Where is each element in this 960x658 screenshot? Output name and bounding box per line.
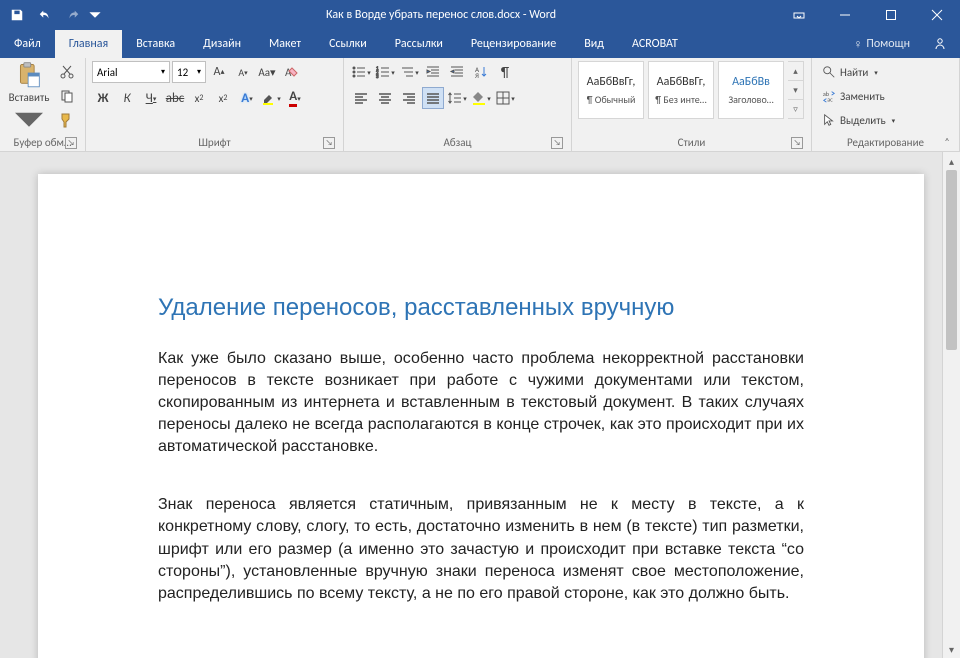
- group-paragraph-label: Абзац: [444, 136, 472, 149]
- increase-indent-icon[interactable]: [446, 61, 468, 83]
- minimize-icon[interactable]: [822, 0, 868, 30]
- svg-text:Я: Я: [475, 71, 479, 80]
- group-clipboard: Вставить Буфер обм…↘: [0, 58, 86, 151]
- tell-me-label: Помощн: [866, 37, 910, 51]
- ribbon-options-icon[interactable]: [776, 0, 822, 30]
- tell-me-search[interactable]: ♀ Помощн: [843, 37, 920, 52]
- style-heading1[interactable]: АаБбВв Заголово…: [718, 61, 784, 119]
- tab-acrobat[interactable]: ACROBAT: [618, 30, 692, 58]
- group-paragraph: ▾ 123▾ ▾ AЯ ¶ ▾ ▾ ▾ А: [344, 58, 572, 151]
- numbering-icon[interactable]: 123▾: [374, 61, 396, 83]
- font-launcher[interactable]: ↘: [323, 137, 335, 149]
- paragraph-launcher[interactable]: ↘: [551, 137, 563, 149]
- style-nospacing[interactable]: АаБбВвГг, ¶ Без инте…: [648, 61, 714, 119]
- styles-launcher[interactable]: ↘: [791, 137, 803, 149]
- doc-paragraph-2: Знак переноса является статичным, привяз…: [158, 494, 804, 604]
- tab-view[interactable]: Вид: [570, 30, 618, 58]
- superscript-icon[interactable]: x2: [212, 87, 234, 109]
- format-painter-icon[interactable]: [56, 109, 78, 131]
- group-clipboard-label: Буфер обм…: [13, 136, 71, 149]
- maximize-icon[interactable]: [868, 0, 914, 30]
- group-font: Arial▾ 12▾ A▴ A▾ Aa▾ A Ж К Ч▾ abc x2 x2 …: [86, 58, 344, 151]
- borders-icon[interactable]: ▾: [494, 87, 516, 109]
- scroll-thumb[interactable]: [946, 170, 957, 350]
- vertical-scrollbar: ▴ ▾: [942, 152, 960, 658]
- select-button[interactable]: Выделить▾: [818, 109, 899, 131]
- find-button[interactable]: Найти▾: [818, 61, 899, 83]
- group-font-label: Шрифт: [198, 136, 230, 149]
- tab-references[interactable]: Ссылки: [315, 30, 381, 58]
- font-color-icon[interactable]: A▾: [284, 87, 306, 109]
- document-page[interactable]: Удаление переносов, расставленных вручну…: [38, 174, 924, 658]
- svg-text:ac: ac: [827, 95, 833, 103]
- copy-icon[interactable]: [56, 85, 78, 107]
- font-size-select[interactable]: 12▾: [172, 61, 206, 83]
- doc-paragraph-1: Как уже было сказано выше, особенно част…: [158, 348, 804, 458]
- redo-icon[interactable]: [60, 2, 86, 28]
- collapse-ribbon-icon[interactable]: ˄: [939, 133, 955, 149]
- change-case-icon[interactable]: Aa▾: [256, 61, 278, 83]
- strikethrough-icon[interactable]: abc: [164, 87, 186, 109]
- scroll-down-icon[interactable]: ▾: [943, 640, 960, 658]
- font-name-select[interactable]: Arial▾: [92, 61, 170, 83]
- qa-customize-icon[interactable]: [88, 2, 102, 28]
- svg-text:3: 3: [376, 74, 379, 80]
- tab-insert[interactable]: Вставка: [122, 30, 189, 58]
- bold-icon[interactable]: Ж: [92, 87, 114, 109]
- scroll-up-icon[interactable]: ▴: [943, 152, 960, 170]
- show-marks-icon[interactable]: ¶: [494, 61, 516, 83]
- grow-font-icon[interactable]: A▴: [208, 61, 230, 83]
- sort-icon[interactable]: AЯ: [470, 61, 492, 83]
- style-normal[interactable]: АаБбВвГг, ¶ Обычный: [578, 61, 644, 119]
- undo-icon[interactable]: [32, 2, 58, 28]
- save-icon[interactable]: [4, 2, 30, 28]
- align-right-icon[interactable]: [398, 87, 420, 109]
- group-editing: Найти▾ abac Заменить Выделить▾ Редактиро…: [812, 58, 960, 151]
- align-justify-icon[interactable]: [422, 87, 444, 109]
- styles-gallery-scroll: ▴ ▾ ▿: [788, 61, 804, 119]
- share-button[interactable]: [920, 36, 960, 52]
- paste-button[interactable]: Вставить: [6, 61, 52, 133]
- ribbon: Вставить Буфер обм…↘ Arial▾ 12▾ A▴ A▾ Aa…: [0, 58, 960, 152]
- group-styles: АаБбВвГг, ¶ Обычный АаБбВвГг, ¶ Без инте…: [572, 58, 812, 151]
- lightbulb-icon: ♀: [853, 37, 862, 52]
- clear-formatting-icon[interactable]: A: [280, 61, 302, 83]
- line-spacing-icon[interactable]: ▾: [446, 87, 468, 109]
- group-styles-label: Стили: [678, 136, 706, 149]
- subscript-icon[interactable]: x2: [188, 87, 210, 109]
- tab-layout[interactable]: Макет: [255, 30, 315, 58]
- ribbon-tabs: Файл Главная Вставка Дизайн Макет Ссылки…: [0, 30, 960, 58]
- highlight-icon[interactable]: ▾: [260, 87, 282, 109]
- styles-expand-icon[interactable]: ▿: [788, 100, 803, 118]
- window-controls: [776, 0, 960, 30]
- document-area: Удаление переносов, расставленных вручну…: [0, 152, 960, 658]
- replace-button[interactable]: abac Заменить: [818, 85, 899, 107]
- align-left-icon[interactable]: [350, 87, 372, 109]
- bullets-icon[interactable]: ▾: [350, 61, 372, 83]
- close-icon[interactable]: [914, 0, 960, 30]
- tab-mailings[interactable]: Рассылки: [381, 30, 457, 58]
- titlebar: Как в Ворде убрать перенос слов.docx - W…: [0, 0, 960, 30]
- tab-home[interactable]: Главная: [55, 30, 122, 58]
- decrease-indent-icon[interactable]: [422, 61, 444, 83]
- tab-file[interactable]: Файл: [0, 30, 55, 58]
- text-effects-icon[interactable]: A▾: [236, 87, 258, 109]
- cut-icon[interactable]: [56, 61, 78, 83]
- tab-review[interactable]: Рецензирование: [457, 30, 570, 58]
- shading-icon[interactable]: ▾: [470, 87, 492, 109]
- tab-design[interactable]: Дизайн: [189, 30, 255, 58]
- quick-access-toolbar: [0, 2, 106, 28]
- shrink-font-icon[interactable]: A▾: [232, 61, 254, 83]
- styles-up-icon[interactable]: ▴: [788, 62, 803, 81]
- italic-icon[interactable]: К: [116, 87, 138, 109]
- paste-label: Вставить: [9, 91, 50, 104]
- doc-heading: Удаление переносов, расставленных вручну…: [158, 294, 804, 322]
- group-editing-label: Редактирование: [847, 136, 924, 149]
- align-center-icon[interactable]: [374, 87, 396, 109]
- styles-down-icon[interactable]: ▾: [788, 81, 803, 100]
- clipboard-launcher[interactable]: ↘: [65, 137, 77, 149]
- underline-icon[interactable]: Ч▾: [140, 87, 162, 109]
- multilevel-list-icon[interactable]: ▾: [398, 61, 420, 83]
- window-title: Как в Ворде убрать перенос слов.docx - W…: [106, 8, 776, 22]
